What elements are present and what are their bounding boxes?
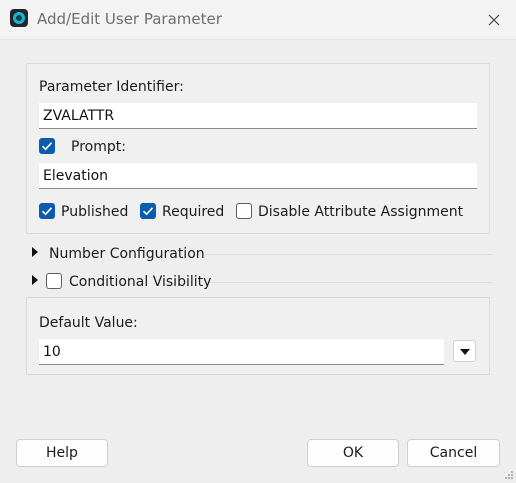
close-icon[interactable] <box>486 12 502 28</box>
expand-arrow-icon[interactable] <box>32 275 38 285</box>
cancel-button[interactable]: Cancel <box>407 439 500 467</box>
conditional-visibility-header[interactable]: Conditional Visibility <box>69 273 211 291</box>
required-label: Required <box>162 204 225 220</box>
published-checkbox[interactable] <box>39 203 55 219</box>
resize-grip-icon[interactable] <box>504 470 514 480</box>
checkmark-icon <box>142 207 154 216</box>
parameter-identifier-input[interactable] <box>39 103 477 129</box>
ok-button[interactable]: OK <box>307 439 399 467</box>
prompt-input[interactable] <box>39 163 477 189</box>
checkmark-icon <box>41 142 53 151</box>
app-icon <box>10 9 28 27</box>
number-configuration-header[interactable]: Number Configuration <box>49 245 205 263</box>
prompt-label: Prompt: <box>71 139 126 155</box>
disable-attribute-assignment-label: Disable Attribute Assignment <box>258 204 464 220</box>
prompt-checkbox[interactable] <box>39 138 55 154</box>
parameter-identifier-label: Parameter Identifier: <box>39 79 184 95</box>
default-value-label: Default Value: <box>39 315 138 331</box>
expand-arrow-icon[interactable] <box>32 247 38 257</box>
dropdown-arrow-icon[interactable] <box>453 340 476 362</box>
conditional-visibility-checkbox[interactable] <box>46 273 62 289</box>
required-checkbox[interactable] <box>140 203 156 219</box>
window-title: Add/Edit User Parameter <box>37 10 222 28</box>
disable-attribute-assignment-checkbox[interactable] <box>236 203 252 219</box>
section-divider <box>205 254 492 255</box>
checkmark-icon <box>41 207 53 216</box>
published-label: Published <box>61 204 129 220</box>
title-bar: Add/Edit User Parameter <box>0 0 516 40</box>
help-button[interactable]: Help <box>16 439 108 467</box>
default-value-input[interactable] <box>39 339 444 365</box>
section-divider <box>210 282 492 283</box>
